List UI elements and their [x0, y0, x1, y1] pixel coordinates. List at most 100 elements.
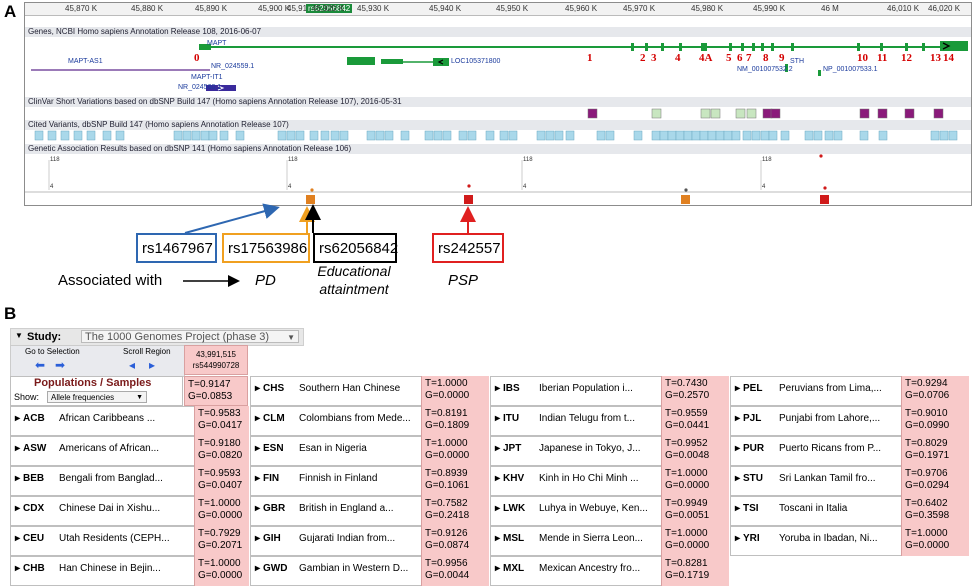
allele-frequency-cell: T=0.9010 G=0.0990 [901, 406, 969, 436]
expand-arrow-icon[interactable]: ▸ [495, 503, 500, 514]
expand-arrow-icon[interactable]: ▸ [15, 473, 20, 484]
freq-G: G=0.0000 [905, 540, 950, 551]
population-name: Yoruba in Ibadan, Ni... [779, 533, 878, 544]
expand-arrow-icon[interactable]: ▸ [735, 383, 740, 394]
population-row[interactable]: ▸ LWK Luhya in Webuye, Ken... T=0.9949 G=0.… [490, 496, 729, 526]
population-row[interactable]: ▸ GWD Gambian in Western D... T=0.9956 G=0.… [250, 556, 489, 586]
allele-frequency-cell: T=0.9593 G=0.0407 [194, 466, 249, 496]
allele-frequency-cell: T=0.8939 G=0.1061 [421, 466, 489, 496]
freq-T: T=0.8029 [905, 438, 948, 449]
expand-arrow-icon[interactable]: ▸ [495, 473, 500, 484]
allele-frequency-cell: T=0.7929 G=0.2071 [194, 526, 249, 556]
population-row[interactable]: ▸ IBS Iberian Population i... T=0.7430 G=0.… [490, 376, 729, 406]
population-name: Finnish in Finland [299, 473, 378, 484]
population-row[interactable]: ▸ CEU Utah Residents (CEPH... T=0.7929 G=0.… [10, 526, 249, 556]
population-code: MSL [503, 533, 525, 544]
allele-frequency-cell: T=0.9559 G=0.0441 [661, 406, 729, 436]
population-code: GBR [263, 503, 286, 514]
freq-T: T=1.0000 [425, 438, 468, 449]
population-row[interactable]: ▸ ACB African Caribbeans ... T=0.9583 G=0.0… [10, 406, 249, 436]
population-row[interactable]: ▸ GIH Gujarati Indian from... T=0.9126 G=0.… [250, 526, 489, 556]
population-row[interactable]: ▸ ASW Americans of African... T=0.9180 G=0.… [10, 436, 249, 466]
population-row[interactable]: ▸ MSL Mende in Sierra Leon... T=1.0000 G=0.… [490, 526, 729, 556]
expand-arrow-icon[interactable]: ▸ [495, 383, 500, 394]
population-row[interactable]: ▸ TSI Toscani in Italia T=0.6402 G=0.3598 [730, 496, 969, 526]
overall-G: G=0.0853 [188, 391, 233, 402]
population-row[interactable]: ▸ GBR British in England a... T=0.7582 G=0.… [250, 496, 489, 526]
allele-frequency-cell: T=0.8191 G=0.1809 [421, 406, 489, 436]
expand-arrow-icon[interactable]: ▸ [255, 533, 260, 544]
expand-arrow-icon[interactable]: ▸ [735, 533, 740, 544]
population-row[interactable]: ▸ PUR Puerto Ricans from P... T=0.8029 G=0.… [730, 436, 969, 466]
scroll-region-label: Scroll Region [123, 347, 171, 356]
expand-arrow-icon[interactable]: ▸ [255, 413, 260, 424]
population-row[interactable]: ▸ KHV Kinh in Ho Chi Minh ... T=1.0000 G=0.… [490, 466, 729, 496]
expand-arrow-icon[interactable]: ▸ [255, 383, 260, 394]
freq-T: T=0.9952 [665, 438, 708, 449]
population-row[interactable]: ▸ ESN Esan in Nigeria T=1.0000 G=0.0000 [250, 436, 489, 466]
expand-arrow-icon[interactable]: ▸ [495, 563, 500, 574]
expand-arrow-icon[interactable]: ▸ [15, 443, 20, 454]
study-select[interactable]: The 1000 Genomes Project (phase 3) ▼ [81, 330, 299, 343]
expand-arrow-icon[interactable]: ▸ [255, 503, 260, 514]
population-row[interactable]: ▸ CDX Chinese Dai in Xishu... T=1.0000 G=0.… [10, 496, 249, 526]
expand-arrow-icon[interactable]: ▸ [255, 473, 260, 484]
freq-G: G=0.2570 [665, 390, 710, 401]
population-row[interactable]: ▸ CHB Han Chinese in Bejin... T=1.0000 G=0.… [10, 556, 249, 586]
population-row[interactable]: ▸ ITU Indian Telugu from t... T=0.9559 G=0.… [490, 406, 729, 436]
freq-T: T=1.0000 [665, 528, 708, 539]
freq-T: T=0.8281 [665, 558, 708, 569]
population-name: Indian Telugu from t... [539, 413, 635, 424]
freq-G: G=0.0820 [198, 450, 243, 461]
nav-controls: Go to Selection Scroll Region ⬅ ➡ ◂ ▸ [10, 345, 185, 377]
population-code: CLM [263, 413, 285, 424]
expand-arrow-icon[interactable]: ▸ [495, 443, 500, 454]
freq-T: T=0.9294 [905, 378, 948, 389]
population-row[interactable]: ▸ FIN Finnish in Finland T=0.8939 G=0.1061 [250, 466, 489, 496]
expand-arrow-icon[interactable]: ▸ [495, 413, 500, 424]
expand-arrow-icon[interactable]: ▸ [15, 533, 20, 544]
expand-arrow-icon[interactable]: ▸ [735, 473, 740, 484]
freq-G: G=0.0051 [665, 510, 710, 521]
population-row[interactable]: ▸ STU Sri Lankan Tamil fro... T=0.9706 G=0.… [730, 466, 969, 496]
population-name: Luhya in Webuye, Ken... [539, 503, 648, 514]
population-code: ITU [503, 413, 520, 424]
expand-arrow-icon[interactable]: ▸ [735, 413, 740, 424]
freq-G: G=0.0000 [665, 540, 710, 551]
go-right-arrow-icon[interactable]: ➡ [55, 358, 65, 372]
collapse-triangle-icon[interactable]: ▼ [15, 331, 23, 340]
overall-T: T=0.9147 [188, 379, 231, 390]
population-row[interactable]: ▸ PJL Punjabi from Lahore,... T=0.9010 G=0.… [730, 406, 969, 436]
allele-frequency-cell: T=0.9180 G=0.0820 [194, 436, 249, 466]
allele-frequency-cell: T=1.0000 G=0.0000 [421, 436, 489, 466]
population-row[interactable]: ▸ JPT Japanese in Tokyo, J... T=0.9952 G=0.… [490, 436, 729, 466]
scroll-right-icon[interactable]: ▸ [149, 358, 155, 372]
allele-frequency-cell: T=1.0000 G=0.0000 [661, 466, 729, 496]
expand-arrow-icon[interactable]: ▸ [255, 443, 260, 454]
expand-arrow-icon[interactable]: ▸ [735, 503, 740, 514]
expand-arrow-icon[interactable]: ▸ [15, 563, 20, 574]
population-code: ESN [263, 443, 284, 454]
allele-frequency-cell: T=0.9956 G=0.0044 [421, 556, 489, 586]
expand-arrow-icon[interactable]: ▸ [735, 443, 740, 454]
population-row[interactable]: ▸ PEL Peruvians from Lima,... T=0.9294 G=0.… [730, 376, 969, 406]
expand-arrow-icon[interactable]: ▸ [255, 563, 260, 574]
population-row[interactable]: ▸ CHS Southern Han Chinese T=1.0000 G=0.000… [250, 376, 489, 406]
population-row[interactable]: ▸ BEB Bengali from Banglad... T=0.9593 G=0.… [10, 466, 249, 496]
expand-arrow-icon[interactable]: ▸ [495, 533, 500, 544]
expand-arrow-icon[interactable]: ▸ [15, 413, 20, 424]
population-code: MXL [503, 563, 525, 574]
population-row[interactable]: ▸ CLM Colombians from Mede... T=0.8191 G=0.… [250, 406, 489, 436]
freq-T: T=0.9706 [905, 468, 948, 479]
population-name: Toscani in Italia [779, 503, 848, 514]
freq-G: G=0.0000 [425, 390, 470, 401]
show-select[interactable]: Allele frequencies ▼ [47, 391, 147, 403]
allele-frequency-cell: T=1.0000 G=0.0000 [194, 556, 249, 586]
expand-arrow-icon[interactable]: ▸ [15, 503, 20, 514]
population-row[interactable]: ▸ MXL Mexican Ancestry fro... T=0.8281 G=0.… [490, 556, 729, 586]
allele-frequency-cell: T=1.0000 G=0.0000 [421, 376, 489, 406]
freq-T: T=0.6402 [905, 498, 948, 509]
population-row[interactable]: ▸ YRI Yoruba in Ibadan, Ni... T=1.0000 G=0.… [730, 526, 969, 556]
go-left-arrow-icon[interactable]: ⬅ [35, 358, 45, 372]
scroll-left-icon[interactable]: ◂ [129, 358, 135, 372]
